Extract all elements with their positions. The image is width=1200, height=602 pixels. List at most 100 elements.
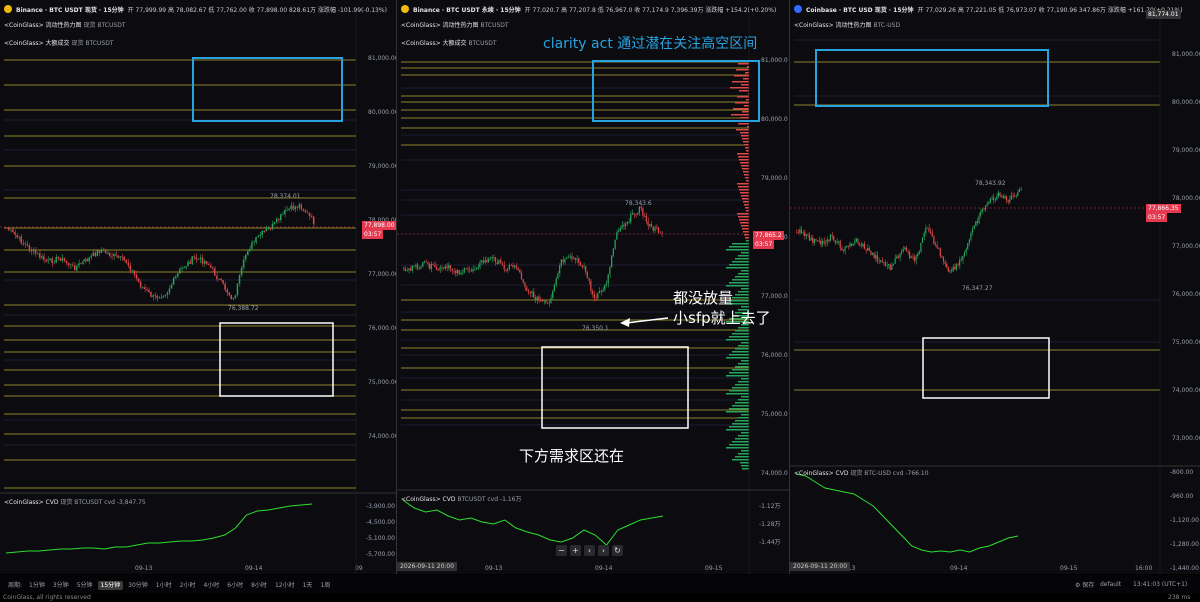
candle-body: [448, 265, 450, 269]
timeframe-button[interactable]: 4小时: [200, 581, 222, 590]
liquidity-heat-bar: [741, 342, 749, 344]
candle-body: [461, 272, 464, 274]
liquidity-heat-bar: [742, 198, 749, 200]
chart-panel-binance-spot[interactable]: 81,000.0080,000.0079,000.0078,000.0077,0…: [0, 0, 397, 574]
candle-body: [865, 249, 867, 251]
timeframe-button[interactable]: 3分钟: [50, 581, 72, 590]
candle-body: [980, 212, 982, 216]
reset-view-button[interactable]: ↻: [612, 545, 623, 556]
candle-body: [828, 239, 830, 241]
symbol-title[interactable]: Binance · BTC USDT 现货 · 15分钟: [16, 5, 124, 14]
timeframe-button[interactable]: 1小时: [153, 581, 175, 590]
liquidity-heat-bar: [738, 123, 749, 125]
candle-body: [628, 222, 630, 223]
candle-body: [451, 269, 453, 271]
liquidity-heat-bar: [731, 114, 749, 116]
liquidity-heat-bar: [735, 438, 749, 440]
liquidity-heat-bar: [735, 348, 749, 350]
candle-body: [631, 213, 634, 215]
candle-body: [133, 270, 136, 275]
liquidity-heat-bar: [735, 402, 749, 404]
zoom-out-button[interactable]: −: [556, 545, 567, 556]
timeframe-button[interactable]: 1天: [300, 581, 316, 590]
timeframe-button[interactable]: 12小时: [272, 581, 298, 590]
binance-icon: [401, 5, 409, 13]
candle-body: [915, 255, 917, 261]
candle-body: [614, 239, 616, 249]
timeframe-button[interactable]: 1分钟: [26, 581, 48, 590]
liquidity-heat-bar: [733, 108, 749, 110]
candle-body: [164, 294, 167, 297]
price-axis-label: 74,000.00: [1172, 387, 1200, 394]
heatmap-indicator-label[interactable]: <CoinGlass> 流动性热力图 现货 BTCUSDT: [4, 20, 125, 29]
candle-body: [216, 275, 218, 280]
timeframe-button[interactable]: 6小时: [224, 581, 246, 590]
heatmap-indicator-label[interactable]: <CoinGlass> 流动性热力图 BTCUSDT: [401, 20, 509, 29]
symbol-title[interactable]: Coinbase · BTC USD 现货 · 15分钟: [806, 5, 914, 14]
candle-body: [868, 247, 870, 251]
cvd-indicator-label[interactable]: <CoinGlass> CVD 现货 BTC-USD cvd -766.10: [794, 468, 929, 477]
scroll-right-button[interactable]: ›: [598, 545, 609, 556]
candle-body: [441, 267, 443, 269]
candle-body: [489, 258, 491, 260]
bigtrade-indicator-label[interactable]: <CoinGlass> 大额成交 BTCUSDT: [401, 38, 497, 47]
candle-body: [486, 259, 488, 263]
candle-body: [430, 263, 432, 269]
liquidity-heat-bar: [732, 279, 749, 281]
candle-body: [181, 267, 183, 270]
bigtrade-indicator-label[interactable]: <CoinGlass> 大额成交 现货 BTCUSDT: [4, 38, 113, 47]
candle-body: [170, 284, 173, 289]
timeframe-button[interactable]: 8小时: [248, 581, 270, 590]
time-axis-label: 09-15: [1060, 565, 1078, 572]
candle-body: [921, 237, 924, 243]
candle-body: [8, 227, 10, 231]
cvd-indicator-label[interactable]: <CoinGlass> CVD BTCUSDT cvd -1.16万: [401, 494, 521, 503]
candle-body: [517, 267, 519, 271]
candle-body: [470, 270, 472, 272]
candle-body: [61, 257, 64, 261]
zoom-in-button[interactable]: +: [570, 545, 581, 556]
candle-body: [923, 232, 925, 238]
candle-body: [308, 212, 311, 216]
price-axis-label: 74,000.0: [761, 470, 788, 477]
scroll-left-button[interactable]: ‹: [584, 545, 595, 556]
candle-body: [559, 265, 561, 274]
candle-body: [976, 221, 978, 224]
liquidity-heat-bar: [729, 354, 749, 356]
save-button[interactable]: ⚙ 保存: [1075, 580, 1094, 589]
candle-body: [574, 257, 576, 261]
candle-body: [487, 258, 490, 263]
liquidity-heat-bar: [741, 135, 749, 137]
heatmap-indicator-label[interactable]: <CoinGlass> 流动性热力图 BTC-USD: [794, 20, 900, 29]
timeframe-button[interactable]: 5分钟: [74, 581, 96, 590]
symbol-title[interactable]: Binance · BTC USDT 永续 · 15分钟: [413, 5, 521, 14]
timeframe-button[interactable]: 15分钟: [97, 580, 124, 590]
candle-body: [1012, 195, 1014, 197]
cvd-indicator-label[interactable]: <CoinGlass> CVD 现货 BTCUSDT cvd -3,847.75: [4, 497, 146, 506]
candle-body: [602, 289, 604, 292]
liquidity-heat-bar: [741, 360, 749, 362]
timeframe-button[interactable]: 2小时: [177, 581, 199, 590]
liquidity-heat-bar: [741, 396, 749, 398]
candle-body: [416, 264, 419, 269]
time-axis-label: 16:00: [1135, 565, 1152, 572]
chart-canvas[interactable]: 81,000.0080,000.0079,000.0078,000.0077,0…: [790, 0, 1200, 574]
layout-select[interactable]: default: [1100, 581, 1121, 588]
candle-body: [609, 266, 611, 275]
chart-panel-coinbase-spot[interactable]: 81,000.00 80,000.00 79,000.00 78,000.00 77,0…: [790, 0, 1200, 574]
candle-body: [94, 252, 97, 257]
candle-body: [837, 240, 840, 242]
candle-body: [228, 292, 230, 296]
liquidity-heat-bar: [737, 96, 749, 98]
candle-body: [659, 232, 661, 234]
timeframe-button[interactable]: 30分钟: [125, 581, 151, 590]
cvd-axis-label: -3,900.00: [366, 503, 395, 510]
cvd-line: [795, 473, 1019, 553]
timeframe-list: 1分钟 3分钟 5分钟 15分钟 30分钟 1小时 2小时 4小时 6小时 8小时 12小时 1天 1周: [26, 580, 335, 590]
binance-icon: [4, 5, 12, 13]
swing-low-label: 76,347.27: [962, 285, 993, 292]
timeframe-button[interactable]: 1周: [317, 581, 333, 590]
chart-canvas[interactable]: 81,000.0080,000.0079,000.0078,000.0077,0…: [0, 0, 396, 574]
liquidity-heat-bar: [737, 153, 749, 155]
candle-body: [1001, 195, 1003, 197]
